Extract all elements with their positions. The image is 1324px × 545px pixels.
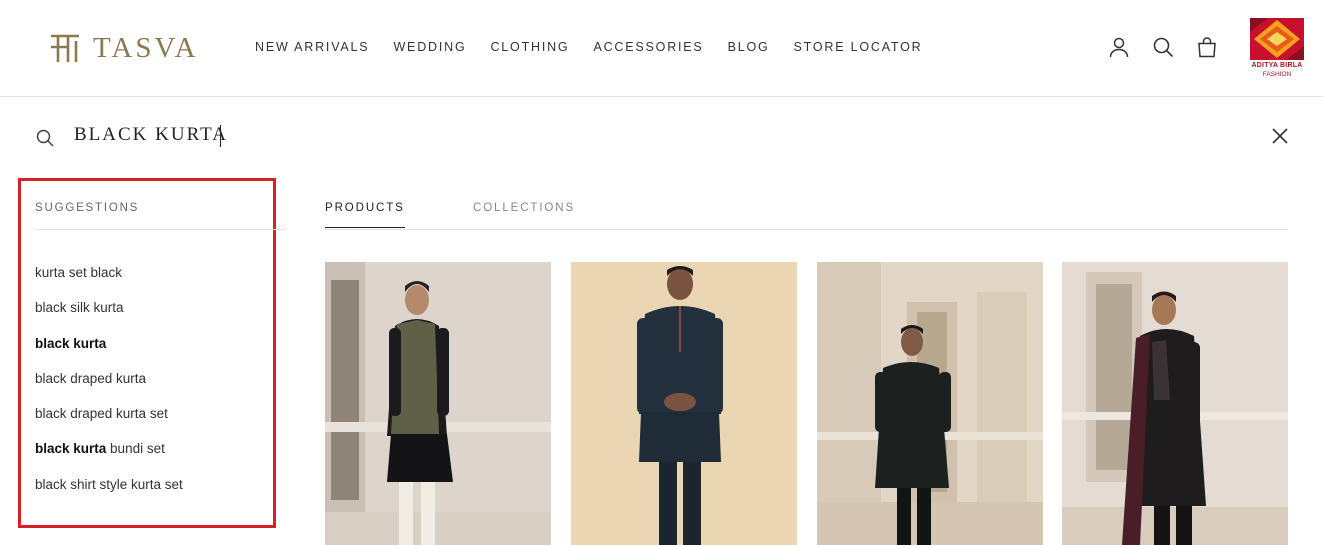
suggestion-item[interactable]: black kurta — [35, 336, 183, 371]
suggestion-text: black shirt style kurta set — [35, 476, 183, 492]
tasva-logo-mark-icon — [51, 34, 79, 62]
tab-collections[interactable]: COLLECTIONS — [473, 202, 575, 227]
text-caret — [220, 125, 221, 147]
suggestions-list: kurta set black black silk kurta black k… — [35, 265, 183, 512]
suggestion-text: black draped kurta set — [35, 406, 168, 422]
suggestions-divider — [35, 229, 284, 230]
site-header: TASVA NEW ARRIVALS WEDDING CLOTHING ACCE… — [0, 0, 1324, 97]
nav-new-arrivals[interactable]: NEW ARRIVALS — [255, 40, 369, 54]
product-card[interactable] — [817, 262, 1043, 545]
suggestion-item[interactable]: black draped kurta — [35, 371, 183, 406]
account-icon[interactable] — [1108, 36, 1130, 58]
product-card[interactable] — [325, 262, 551, 545]
suggestion-text: bundi set — [106, 441, 165, 457]
brand-name: ADITYA BIRLA — [1251, 62, 1303, 69]
logo-text: TASVA — [93, 31, 199, 64]
suggestion-match: black kurta — [35, 335, 107, 351]
nav-clothing[interactable]: CLOTHING — [490, 40, 569, 54]
tab-products[interactable]: PRODUCTS — [325, 202, 405, 228]
suggestion-match: black kurta — [35, 441, 107, 457]
tasva-logo[interactable]: TASVA — [49, 31, 199, 65]
nav-accessories[interactable]: ACCESSORIES — [593, 40, 703, 54]
suggestion-item[interactable]: black draped kurta set — [35, 406, 183, 441]
header-actions — [1108, 36, 1218, 58]
suggestion-text: black draped kurta — [35, 370, 147, 386]
close-icon[interactable] — [1270, 126, 1290, 146]
header-search-icon[interactable] — [1152, 36, 1174, 58]
suggestions-title: SUGGESTIONS — [35, 202, 140, 214]
nav-store-locator[interactable]: STORE LOCATOR — [794, 40, 923, 54]
suggestion-item[interactable]: black silk kurta — [35, 300, 183, 335]
suggestion-text: kurta set black — [35, 265, 123, 280]
main-nav: NEW ARRIVALS WEDDING CLOTHING ACCESSORIE… — [255, 40, 923, 54]
nav-wedding[interactable]: WEDDING — [393, 40, 466, 54]
aditya-birla-emblem-icon — [1250, 18, 1304, 60]
suggestion-item[interactable]: black kurta bundi set — [35, 441, 183, 476]
results-tabs: PRODUCTS COLLECTIONS — [325, 202, 1288, 230]
suggestion-item[interactable]: black shirt style kurta set — [35, 477, 183, 512]
nav-blog[interactable]: BLOG — [728, 40, 770, 54]
brand-sub: FASHION — [1262, 71, 1292, 78]
product-image — [325, 262, 551, 545]
product-image — [1062, 262, 1288, 545]
product-image — [571, 262, 797, 545]
aditya-birla-logo[interactable]: ADITYA BIRLA FASHION — [1249, 18, 1305, 80]
search-icon — [36, 129, 54, 147]
suggestion-item[interactable]: kurta set black — [35, 265, 183, 300]
search-input[interactable] — [74, 120, 774, 150]
suggestion-text: black silk kurta — [35, 300, 124, 316]
product-card[interactable] — [571, 262, 797, 545]
cart-icon[interactable] — [1196, 36, 1218, 58]
product-card[interactable] — [1062, 262, 1288, 545]
product-image — [817, 262, 1043, 545]
